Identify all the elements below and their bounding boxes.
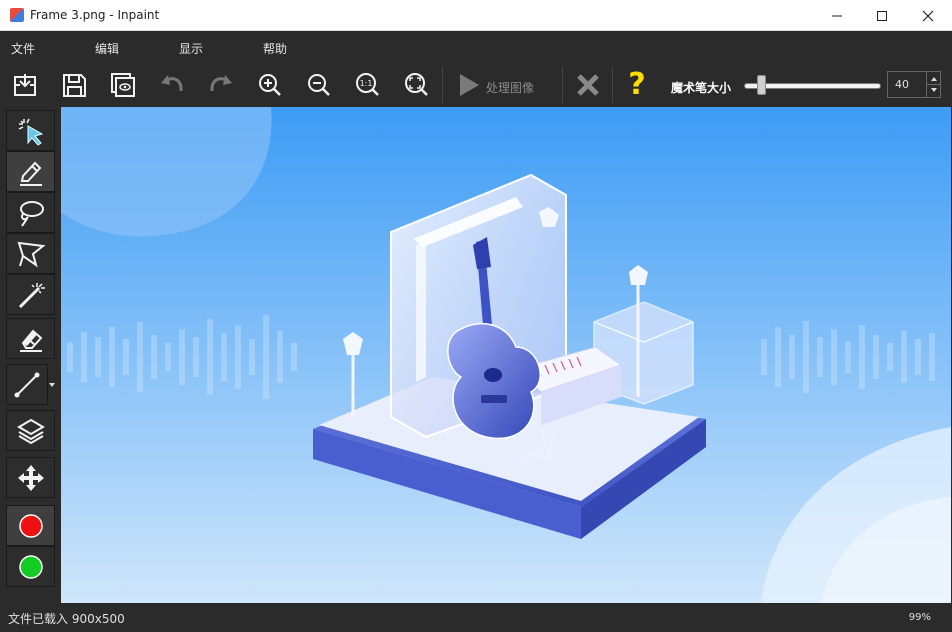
red-circle-icon — [18, 513, 43, 538]
close-window-icon — [922, 10, 934, 21]
open-file-icon — [14, 74, 36, 96]
lasso-tool[interactable] — [6, 192, 55, 233]
green-color-button[interactable] — [6, 546, 55, 587]
marker-tool[interactable] — [6, 151, 55, 192]
layers-tool[interactable] — [6, 410, 55, 451]
menu-bar: 文件 编辑 显示 帮助 — [0, 31, 952, 63]
open-file-button[interactable] — [4, 66, 46, 104]
close-icon — [577, 74, 599, 96]
eraser-icon — [19, 329, 42, 352]
actual-size-button[interactable]: 1:1 — [347, 66, 389, 104]
magic-wand-icon — [18, 282, 45, 308]
brush-size-label: 魔术笔大小 — [671, 81, 732, 95]
save-icon — [63, 74, 86, 97]
tool-sidebar — [0, 107, 60, 603]
undo-icon — [161, 75, 183, 92]
chevron-down-icon — [49, 382, 55, 387]
cancel-button[interactable] — [567, 66, 609, 104]
green-circle-icon — [18, 554, 43, 579]
zoom-level: 99% — [908, 612, 931, 623]
brush-size-value: 40 — [895, 78, 909, 91]
toolbar-separator — [562, 67, 563, 103]
preview-button[interactable] — [102, 66, 144, 104]
marker-icon — [19, 161, 42, 186]
process-image-label: 处理图像 — [486, 81, 535, 95]
maximize-button[interactable] — [859, 0, 905, 31]
status-text: 文件已载入 900x500 — [8, 612, 125, 626]
menu-file[interactable]: 文件 — [11, 40, 35, 57]
spin-arrows-icon[interactable] — [927, 72, 941, 97]
fit-to-window-button[interactable] — [396, 66, 438, 104]
svg-text:1:1: 1:1 — [360, 79, 373, 88]
zoom-in-icon — [259, 74, 281, 96]
lasso-icon — [19, 200, 44, 227]
toolbar-separator — [612, 67, 613, 103]
zoom-in-button[interactable] — [249, 66, 291, 104]
spin-buttons — [926, 72, 941, 97]
title-bar: Frame 3.png - Inpaint — [0, 0, 952, 31]
zoom-out-icon — [308, 74, 330, 96]
undo-button[interactable] — [151, 66, 193, 104]
help-icon: ? — [628, 67, 646, 102]
magic-pointer-tool[interactable] — [6, 110, 55, 151]
menu-edit[interactable]: 编辑 — [95, 40, 119, 57]
polygon-lasso-icon — [17, 241, 45, 267]
app-icon — [10, 8, 24, 22]
fit-icon — [405, 73, 428, 96]
menu-help[interactable]: 帮助 — [263, 40, 287, 57]
brush-size-slider-handle[interactable] — [756, 75, 766, 95]
magic-wand-tool[interactable] — [6, 274, 55, 315]
preview-icon — [111, 73, 135, 97]
eraser-tool[interactable] — [6, 318, 55, 359]
play-icon — [460, 74, 479, 96]
close-window-button[interactable] — [905, 0, 951, 31]
help-button[interactable]: ? — [616, 66, 658, 104]
move-tool[interactable] — [6, 457, 55, 498]
save-button[interactable] — [53, 66, 95, 104]
minimize-icon — [832, 15, 842, 16]
red-color-button[interactable] — [6, 505, 55, 546]
redo-icon — [210, 75, 232, 92]
toolbar-separator — [442, 67, 443, 103]
actual-size-icon: 1:1 — [356, 73, 379, 96]
move-icon — [17, 464, 44, 491]
minimize-button[interactable] — [814, 0, 860, 31]
magic-pointer-icon — [18, 118, 43, 146]
brush-size-spinbox[interactable]: 40 — [887, 71, 941, 98]
zoom-out-button[interactable] — [298, 66, 340, 104]
redo-button[interactable] — [200, 66, 242, 104]
status-bar: 文件已载入 900x500 99% — [0, 603, 952, 632]
image-canvas[interactable] — [61, 107, 951, 603]
window-title: Frame 3.png - Inpaint — [30, 8, 160, 22]
menu-view[interactable]: 显示 — [179, 40, 203, 57]
line-icon — [14, 372, 40, 397]
line-tool[interactable] — [6, 364, 48, 405]
toolbar: 1:1 处理图像 ? 魔术笔大小 40 — [0, 63, 952, 107]
polygon-lasso-tool[interactable] — [6, 233, 55, 274]
layers-icon — [16, 418, 45, 444]
loaded-image — [61, 107, 951, 603]
maximize-icon — [877, 10, 887, 21]
line-tool-dropdown[interactable] — [48, 364, 56, 405]
